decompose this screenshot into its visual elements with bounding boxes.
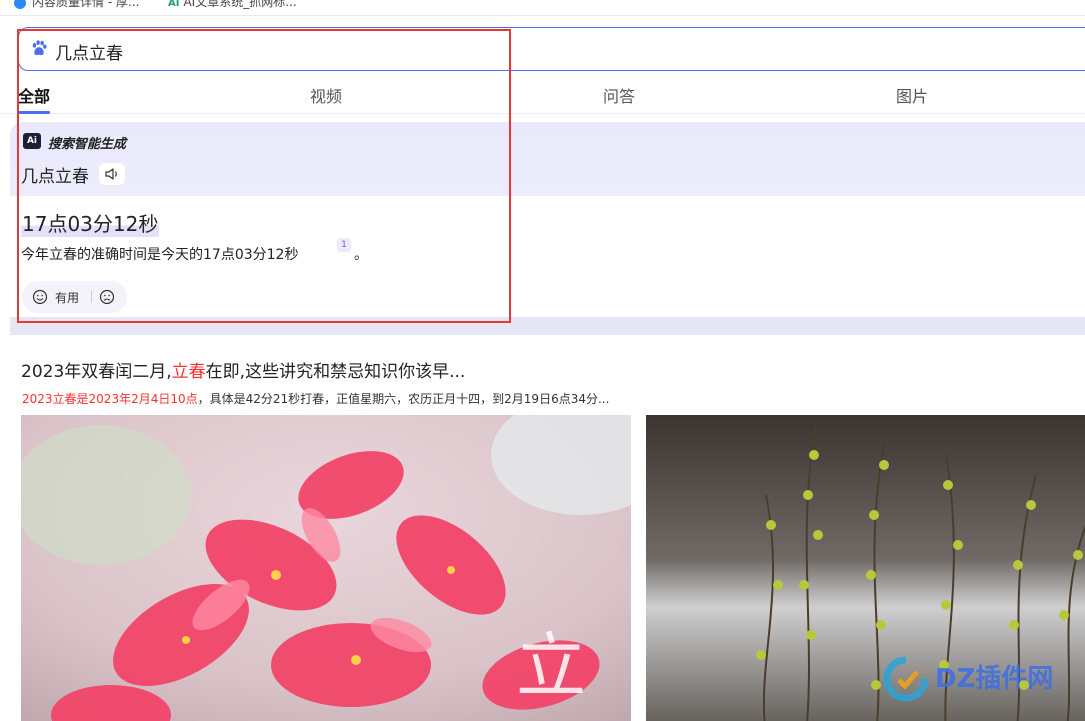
result-image-flowers[interactable]: 立 (21, 415, 631, 721)
answer-period: 。 (354, 247, 368, 263)
image-calligraphy: 立 (516, 625, 586, 707)
watermark: DZ插件网 (883, 656, 1073, 706)
site-icon (14, 0, 26, 9)
search-results-page: 内容质量详情 - 厚... AI AI文章系统_抓网标... 几点立春 全部 视频… (0, 0, 1085, 721)
tab-images[interactable]: 图片 (896, 83, 928, 107)
result-tabs: 全部 视频 问答 图片 (0, 74, 1085, 114)
ai-card-header: Ai 搜索智能生成 几点立春 (10, 122, 1085, 196)
citation-badge[interactable]: 1 (337, 238, 351, 252)
tab-video[interactable]: 视频 (310, 83, 342, 107)
tab-all[interactable]: 全部 (18, 83, 50, 107)
ai-site-icon: AI (168, 0, 180, 9)
ai-logo-icon: Ai (23, 133, 41, 149)
feedback-divider (91, 291, 92, 303)
bookmarks-bar: 内容质量详情 - 厚... AI AI文章系统_抓网标... (0, 0, 1085, 16)
ai-answer-card: Ai 搜索智能生成 几点立春 17点03分12秒 今年立春的准确时间是今天的17… (10, 122, 1085, 327)
ai-query-text: 几点立春 (21, 167, 89, 187)
watermark-text: DZ插件网 (935, 664, 1054, 694)
tab-qa[interactable]: 问答 (603, 83, 635, 107)
bookmark-item[interactable]: 内容质量详情 - 厚... (14, 0, 139, 10)
ai-brand-label: 搜索智能生成 (48, 137, 127, 152)
active-tab-indicator (18, 111, 50, 114)
smile-icon[interactable] (32, 289, 48, 305)
useful-button[interactable]: 有用 (55, 289, 79, 306)
watermark-logo-icon (883, 656, 929, 702)
answer-text: 今年立春的准确时间是今天的17点03分12秒 (21, 247, 299, 263)
frown-icon[interactable] (99, 289, 115, 305)
result-snippet: 2023立春是2023年2月4日10点，具体是42分21秒打春，正值星期六，农历… (22, 392, 610, 406)
result-title[interactable]: 2023年双春闰二月,立春在即,这些讲究和禁忌知识你该早... (21, 357, 465, 382)
speaker-icon (105, 168, 117, 180)
answer-headline: 17点03分12秒 (21, 208, 160, 237)
ai-card-footer (10, 317, 1085, 335)
feedback-bar: 有用 (22, 281, 127, 313)
speaker-button[interactable] (99, 163, 125, 185)
search-query-text[interactable]: 几点立春 (55, 39, 123, 64)
search-box[interactable]: 几点立春 (18, 27, 1085, 71)
baidu-paw-icon (32, 40, 47, 55)
bookmark-item[interactable]: AI AI文章系统_抓网标... (168, 0, 297, 10)
